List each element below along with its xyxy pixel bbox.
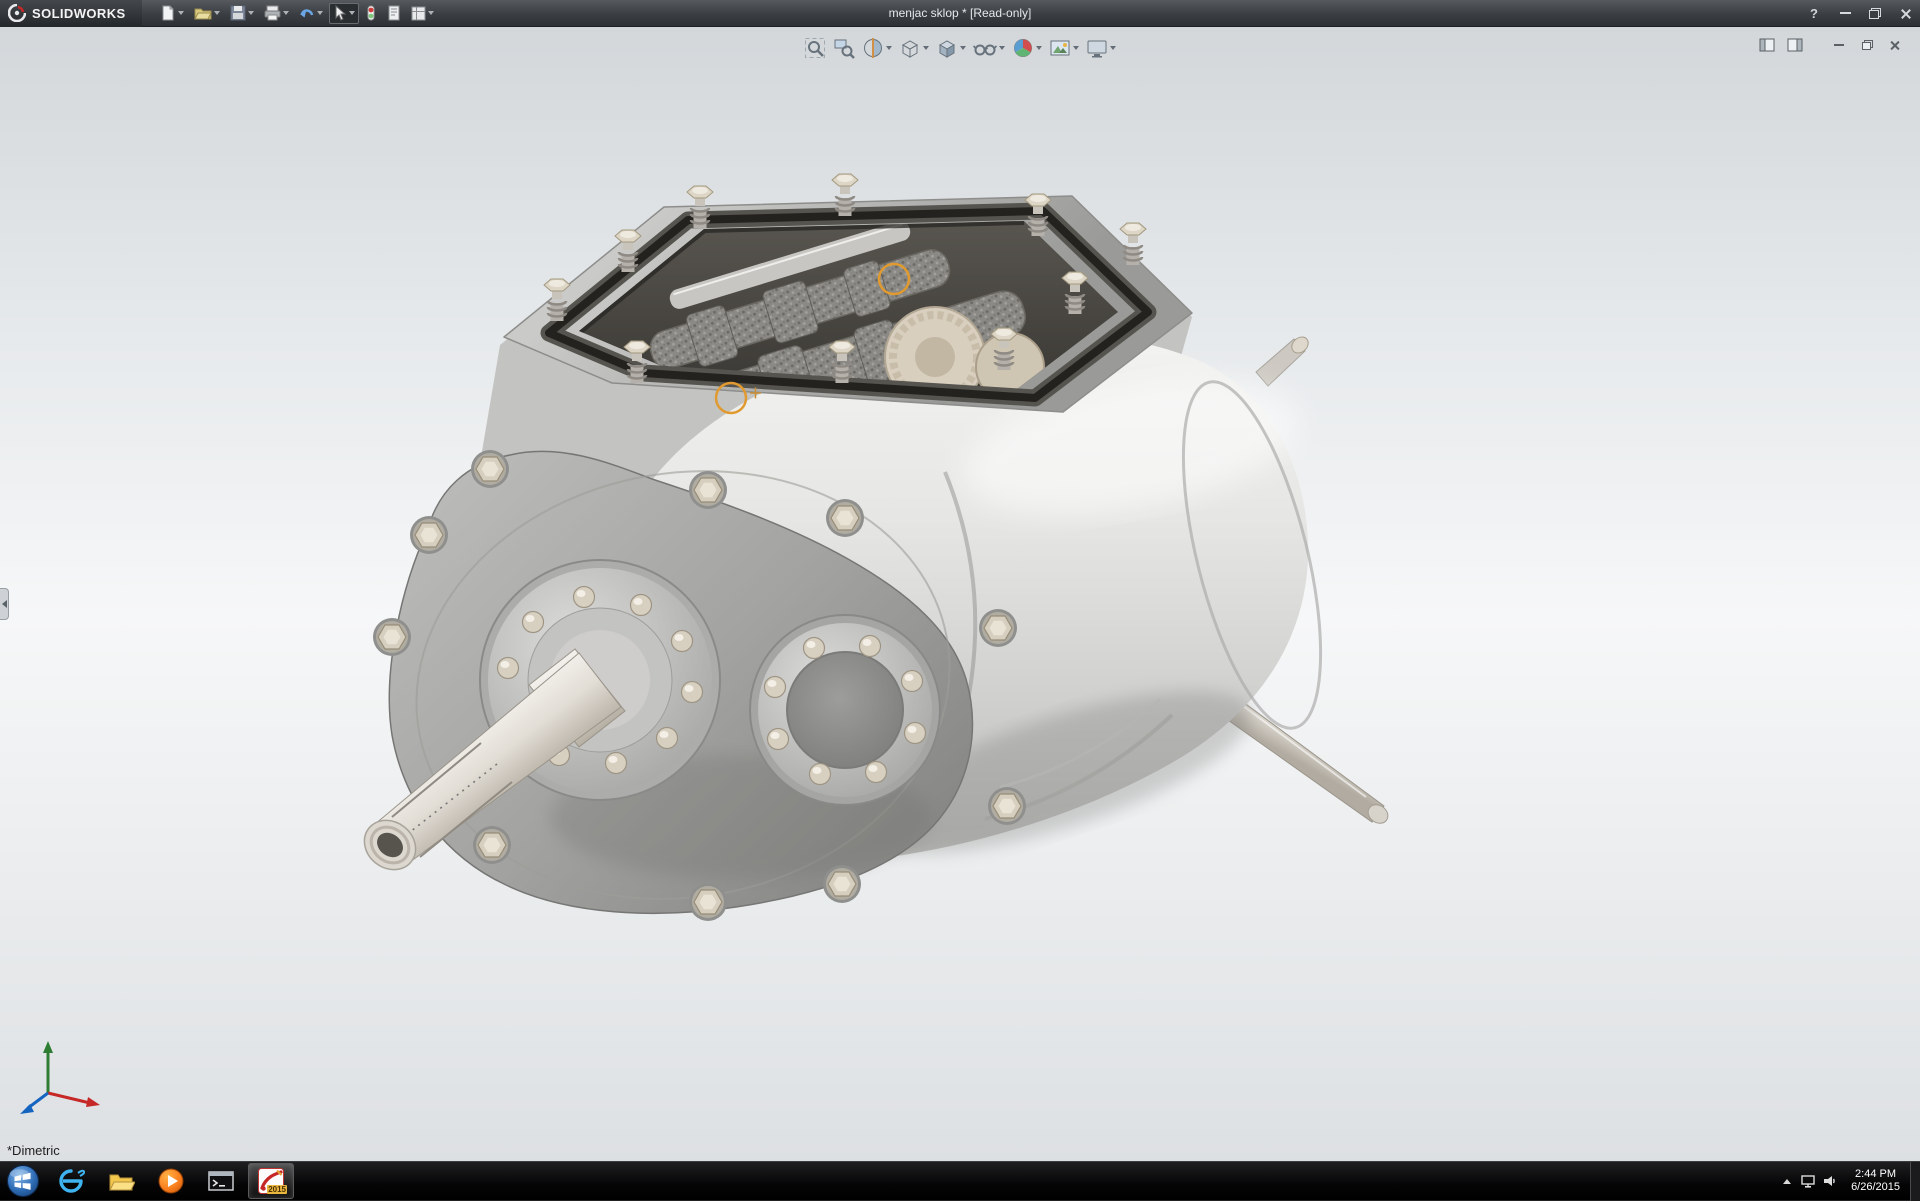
select-cursor-icon — [333, 5, 347, 21]
print-document-button[interactable] — [260, 3, 293, 24]
close-button[interactable] — [1890, 0, 1920, 27]
undo-icon — [299, 5, 315, 21]
pane-right-icon — [1787, 38, 1803, 52]
zoom-to-fit-button[interactable] — [802, 35, 828, 61]
edit-appearance-button[interactable] — [1010, 35, 1044, 61]
print-document-icon — [264, 5, 281, 21]
logo-text: SOLIDWORKS — [32, 6, 126, 21]
solidworks-logo: SOLIDWORKS — [0, 0, 142, 27]
doc-close-icon — [1890, 40, 1900, 50]
feature-pane-toggle-button[interactable] — [1756, 35, 1778, 55]
graphics-viewport[interactable]: *Dimetric — [0, 27, 1920, 1161]
taskbar-clock[interactable]: 2:44 PM 6/26/2015 — [1841, 1168, 1910, 1194]
hide-show-items-icon — [973, 37, 997, 59]
network-icon — [1800, 1173, 1816, 1189]
command-prompt-icon — [207, 1167, 235, 1195]
view-orientation-label: *Dimetric — [7, 1143, 60, 1158]
new-document-button[interactable] — [156, 3, 188, 24]
view-orientation-icon — [899, 37, 921, 59]
speaker-icon — [1822, 1173, 1838, 1189]
taskbar-solidworks[interactable]: 2015 — [248, 1163, 294, 1199]
titlebar: SOLIDWORKS — [0, 0, 1920, 27]
doc-minimize-button[interactable] — [1828, 35, 1850, 55]
zoom-to-fit-icon — [804, 37, 826, 59]
document-window-controls — [1756, 35, 1906, 55]
output-bearing-boss[interactable] — [750, 615, 940, 805]
doc-close-button[interactable] — [1884, 35, 1906, 55]
network-status-button[interactable] — [1797, 1162, 1819, 1201]
chevron-up-icon — [1783, 1179, 1791, 1184]
doc-restore-button[interactable] — [1856, 35, 1878, 55]
display-style-button[interactable] — [934, 35, 968, 61]
feature-manager-collapse-tab[interactable] — [0, 588, 9, 620]
internet-explorer-icon — [57, 1167, 85, 1195]
start-button[interactable] — [0, 1162, 46, 1201]
view-orientation-button[interactable] — [897, 35, 931, 61]
rebuild-icon — [365, 5, 377, 21]
windows-start-icon — [6, 1164, 40, 1198]
housing-stud — [1256, 334, 1311, 386]
clock-time: 2:44 PM — [1851, 1168, 1900, 1181]
minimize-icon — [1840, 12, 1851, 14]
pane-left-icon — [1759, 38, 1775, 52]
close-icon — [1900, 8, 1911, 19]
heads-up-view-toolbar — [802, 35, 1118, 61]
tray-expand-button[interactable] — [1777, 1162, 1797, 1201]
show-desktop-button[interactable] — [1910, 1162, 1920, 1201]
doc-restore-icon — [1862, 40, 1873, 50]
media-player-icon — [157, 1167, 185, 1195]
edit-appearance-icon — [1012, 37, 1034, 59]
section-view-icon — [862, 37, 884, 59]
display-style-icon — [936, 37, 958, 59]
system-tray: 2:44 PM 6/26/2015 — [1777, 1162, 1920, 1201]
volume-button[interactable] — [1819, 1162, 1841, 1201]
solidworks-window: SOLIDWORKS — [0, 0, 1920, 1200]
help-button[interactable]: ? — [1798, 6, 1830, 21]
open-document-button[interactable] — [190, 3, 224, 24]
doc-minimize-icon — [1834, 44, 1844, 46]
save-document-button[interactable] — [226, 3, 258, 24]
taskbar-internet-explorer[interactable] — [48, 1163, 94, 1199]
window-title: menjac sklop * [Read-only] — [889, 6, 1032, 20]
hide-show-items-button[interactable] — [971, 35, 1007, 61]
rebuild-button[interactable] — [361, 3, 381, 24]
ds-logo-icon — [8, 4, 26, 22]
taskbar-file-explorer[interactable] — [98, 1163, 144, 1199]
taskbar-command-prompt[interactable] — [198, 1163, 244, 1199]
titlebar-right-controls: ? — [1798, 0, 1920, 27]
file-properties-button[interactable] — [383, 3, 405, 24]
file-properties-icon — [387, 5, 401, 21]
options-button[interactable] — [407, 3, 438, 24]
view-settings-icon — [1086, 37, 1108, 59]
orientation-triad — [20, 1041, 100, 1114]
gearbox-3d-model[interactable] — [0, 27, 1920, 1161]
options-icon — [411, 6, 426, 21]
section-view-button[interactable] — [860, 35, 894, 61]
view-settings-button[interactable] — [1084, 35, 1118, 61]
collapse-arrow-icon — [2, 600, 7, 608]
select-button[interactable] — [329, 3, 359, 24]
undo-button[interactable] — [295, 3, 327, 24]
minimize-button[interactable] — [1830, 0, 1860, 27]
taskbar-media-player[interactable] — [148, 1163, 194, 1199]
apply-scene-button[interactable] — [1047, 35, 1081, 61]
new-document-icon — [160, 5, 176, 21]
save-document-icon — [230, 5, 246, 21]
display-pane-toggle-button[interactable] — [1784, 35, 1806, 55]
taskbar: 2015 2:44 PM 6/26/2015 — [0, 1161, 1920, 1200]
restore-button[interactable] — [1860, 0, 1890, 27]
clock-date: 6/26/2015 — [1851, 1181, 1900, 1194]
restore-icon — [1869, 8, 1881, 19]
zoom-to-area-button[interactable] — [831, 35, 857, 61]
file-explorer-icon — [107, 1167, 135, 1195]
open-document-icon — [194, 5, 212, 21]
apply-scene-icon — [1049, 37, 1071, 59]
solidworks-version-badge: 2015 — [267, 1185, 287, 1194]
main-toolbar — [156, 3, 438, 24]
zoom-to-area-icon — [833, 37, 855, 59]
